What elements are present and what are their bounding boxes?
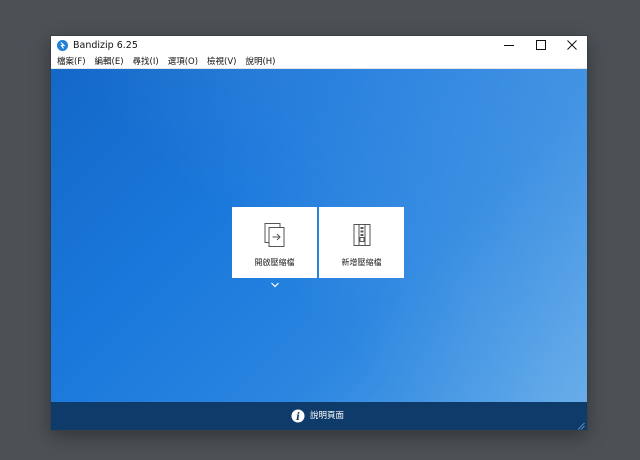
minimize-button[interactable]: [494, 36, 524, 55]
title-bar[interactable]: Bandizip 6.25: [51, 36, 587, 55]
menu-file[interactable]: 檔案(F): [57, 56, 86, 68]
app-window: Bandizip 6.25 檔案(F) 編輯(E) 尋找(I) 選項(O) 檢視…: [51, 36, 587, 430]
info-icon: i: [291, 409, 305, 423]
window-title: Bandizip 6.25: [73, 40, 138, 51]
menu-find[interactable]: 尋找(I): [133, 56, 159, 68]
minimize-icon: [504, 45, 514, 46]
open-archive-icon: [264, 223, 285, 247]
chevron-down-icon[interactable]: [270, 281, 280, 289]
svg-text:i: i: [296, 412, 300, 423]
menu-view[interactable]: 檢視(V): [207, 56, 236, 68]
resize-grip-icon[interactable]: [577, 422, 585, 430]
help-bar[interactable]: i 說明頁面: [51, 402, 587, 430]
close-button[interactable]: [557, 36, 587, 55]
main-panel: 開啟壓縮檔 新增壓縮檔: [51, 69, 587, 402]
open-archive-button[interactable]: 開啟壓縮檔: [232, 207, 317, 278]
close-icon: [567, 40, 577, 50]
menu-edit[interactable]: 編輯(E): [95, 56, 124, 68]
menu-help[interactable]: 說明(H): [245, 56, 275, 68]
new-archive-button[interactable]: 新增壓縮檔: [319, 207, 404, 278]
help-link[interactable]: 說明頁面: [310, 410, 344, 422]
open-archive-label: 開啟壓縮檔: [254, 258, 295, 267]
menu-bar: 檔案(F) 編輯(E) 尋找(I) 選項(O) 檢視(V) 說明(H): [51, 55, 587, 69]
new-archive-label: 新增壓縮檔: [341, 258, 382, 267]
new-archive-icon: [353, 224, 371, 246]
maximize-icon: [536, 40, 546, 50]
menu-options[interactable]: 選項(O): [168, 56, 198, 68]
bandizip-logo-icon: [57, 40, 68, 51]
maximize-button[interactable]: [526, 36, 556, 55]
